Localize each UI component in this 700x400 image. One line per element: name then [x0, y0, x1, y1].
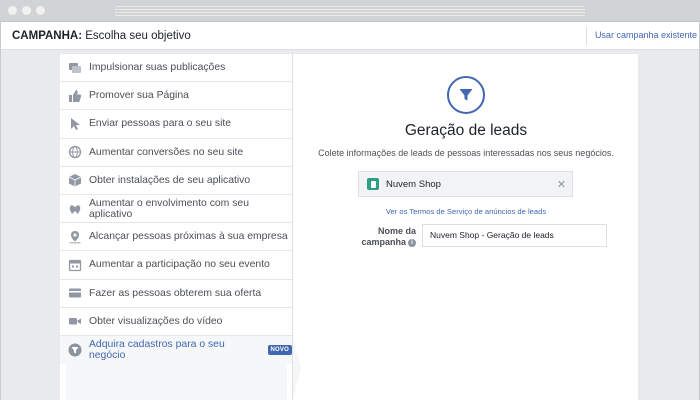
- thumbs-up-icon: [68, 89, 82, 103]
- sidebar-item-website-traffic[interactable]: Enviar pessoas para o seu site: [60, 110, 292, 139]
- sidebar-item-label: Aumentar o envolvimento com seu aplicati…: [89, 197, 249, 220]
- cursor-icon: [68, 117, 82, 131]
- sidebar-item-promote-page[interactable]: Promover sua Página: [60, 82, 292, 111]
- video-camera-icon: [68, 314, 82, 328]
- sidebar-item-label: Alcançar pessoas próximas à sua empresa: [89, 231, 288, 243]
- sidebar-item-label: Fazer as pessoas obterem sua oferta: [89, 287, 262, 299]
- page-title-bold: CAMPANHA:: [12, 30, 83, 42]
- globe-icon: [68, 145, 82, 159]
- campaign-name-label-line2: campanha: [361, 237, 406, 247]
- funnel-icon: [68, 343, 82, 357]
- sidebar-item-event-responses[interactable]: Aumentar a participação no seu evento: [60, 251, 292, 280]
- boost-posts-icon: [68, 61, 82, 75]
- sidebar-item-video-views[interactable]: Obter visualizações do vídeo: [60, 307, 292, 336]
- objective-description: Colete informações de leads de pessoas i…: [318, 148, 614, 158]
- sidebar-item-local-awareness[interactable]: Alcançar pessoas próximas à sua empresa: [60, 223, 292, 252]
- new-badge: NOVO: [267, 344, 292, 355]
- location-pin-icon: [68, 230, 82, 244]
- sidebar-active-extension: [66, 364, 287, 400]
- sidebar-item-label: Promover sua Página: [89, 90, 189, 102]
- box-icon: [68, 173, 82, 187]
- sidebar-item-conversions[interactable]: Aumentar conversões no seu site: [60, 138, 292, 167]
- objective-panel: Impulsionar suas publicações Promover su…: [60, 54, 638, 400]
- campaign-header: CAMPANHA: Escolha seu objetivo Usar camp…: [1, 22, 699, 50]
- funnel-icon: [447, 76, 485, 114]
- selected-page-name: Nuvem Shop: [386, 178, 441, 190]
- close-icon[interactable]: ✕: [557, 178, 566, 191]
- sidebar-item-offer-claims[interactable]: Fazer as pessoas obterem sua oferta: [60, 279, 292, 308]
- lead-ads-terms-link[interactable]: Ver os Termos de Serviço de anúncios de …: [294, 207, 638, 216]
- page-title: CAMPANHA: Escolha seu objetivo: [12, 30, 191, 42]
- objective-title: Geração de leads: [404, 122, 528, 139]
- offer-card-icon: [68, 286, 82, 300]
- page-avatar-icon: [367, 178, 379, 190]
- info-icon[interactable]: i: [408, 238, 416, 247]
- objective-sidebar: Impulsionar suas publicações Promover su…: [60, 54, 293, 400]
- window-minimize-dot[interactable]: [22, 6, 31, 15]
- gamepad-icon: [68, 202, 82, 216]
- window-close-dot[interactable]: [8, 6, 17, 15]
- sidebar-item-label: Impulsionar suas publicações: [89, 62, 226, 74]
- campaign-name-input[interactable]: Nuvem Shop - Geração de leads: [422, 224, 607, 247]
- calendar-icon: [68, 258, 82, 272]
- page-title-rest: Escolha seu objetivo: [82, 30, 191, 42]
- sidebar-item-label: Obter visualizações do vídeo: [89, 315, 223, 327]
- sidebar-item-label: Adquira cadastros para o seu negócio: [89, 338, 225, 361]
- window-maximize-dot[interactable]: [36, 6, 45, 15]
- address-bar[interactable]: [115, 6, 585, 17]
- campaign-name-label-line1: Nome da: [377, 226, 416, 236]
- sidebar-item-label: Aumentar conversões no seu site: [89, 146, 244, 158]
- sidebar-item-label: Enviar pessoas para o seu site: [89, 118, 232, 130]
- use-existing-campaign-link[interactable]: Usar campanha existente: [585, 27, 699, 45]
- sidebar-item-app-engagement[interactable]: Aumentar o envolvimento com seu aplicati…: [60, 194, 292, 224]
- page-selector[interactable]: Nuvem Shop ✕: [358, 171, 573, 197]
- sidebar-item-boost-posts[interactable]: Impulsionar suas publicações: [60, 54, 292, 83]
- sidebar-item-app-installs[interactable]: Obter instalações de seu aplicativo: [60, 166, 292, 195]
- sidebar-item-label: Aumentar a participação no seu evento: [89, 259, 270, 271]
- campaign-name-label: Nome da campanha i: [354, 226, 416, 248]
- objective-detail: Geração de leads Colete informações de l…: [294, 54, 638, 400]
- sidebar-item-label: Obter instalações de seu aplicativo: [89, 174, 251, 186]
- browser-titlebar: [0, 0, 700, 22]
- sidebar-item-lead-generation[interactable]: Adquira cadastros para o seu negócio NOV…: [60, 335, 292, 365]
